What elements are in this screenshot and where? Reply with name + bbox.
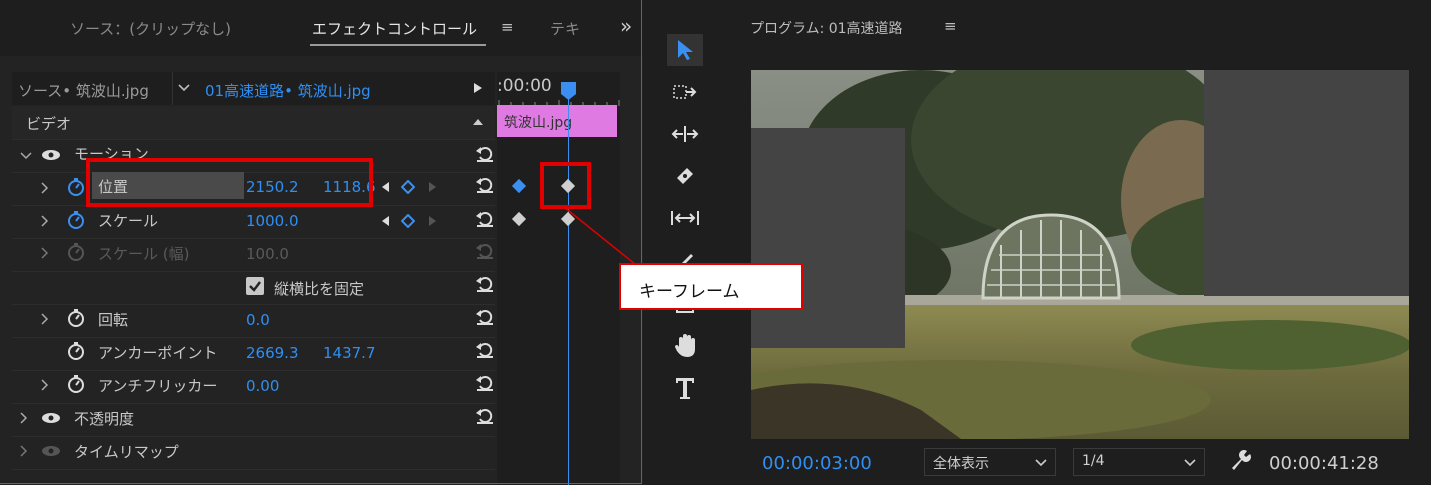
panel-focus-border	[0, 0, 642, 484]
ripple-edit-tool[interactable]	[667, 118, 703, 150]
duration-timecode: 00:00:41:28	[1269, 453, 1379, 474]
hand-tool[interactable]	[667, 330, 703, 362]
zoom-level-value: 全体表示	[933, 456, 989, 472]
slip-tool[interactable]	[667, 202, 703, 234]
track-select-icon	[673, 85, 697, 99]
type-tool[interactable]	[667, 372, 703, 404]
wrench-settings-icon[interactable]	[1228, 448, 1252, 472]
program-menu-icon[interactable]: ≡	[944, 17, 957, 35]
track-select-tool[interactable]	[667, 76, 703, 108]
effect-controls-panel: ソース：(クリップなし) エフェクトコントロール ≡ テキ » ソース• 筑波山…	[0, 0, 643, 485]
slip-icon	[671, 211, 699, 225]
playback-resolution-select[interactable]: 1/4	[1073, 448, 1205, 476]
zoom-level-select[interactable]: 全体表示	[924, 448, 1056, 476]
chevron-down-icon	[1035, 459, 1047, 467]
selection-tool[interactable]	[667, 34, 703, 66]
hand-icon	[675, 334, 695, 357]
razor-tool[interactable]	[667, 160, 703, 192]
playback-resolution-value: 1/4	[1082, 453, 1105, 469]
program-video-frame[interactable]	[751, 70, 1409, 439]
highlight-box-keyframe	[540, 162, 591, 209]
type-icon	[676, 378, 694, 399]
program-monitor-title[interactable]: プログラム: 01高速道路	[750, 18, 903, 38]
keyframe-callout: キーフレーム	[619, 263, 803, 310]
ripple-edit-icon	[671, 126, 699, 142]
tools-panel	[655, 0, 715, 485]
razor-icon	[677, 168, 693, 184]
arrow-cursor-icon	[678, 40, 693, 60]
program-monitor-panel: プログラム: 01高速道路 ≡ 00:00:03:00 全体表示 1/4 00:…	[728, 0, 1431, 485]
chevron-down-icon	[1184, 459, 1196, 467]
current-timecode[interactable]: 00:00:03:00	[762, 453, 872, 474]
highlight-box-position	[86, 158, 373, 207]
keyframe-callout-text: キーフレーム	[639, 282, 740, 302]
